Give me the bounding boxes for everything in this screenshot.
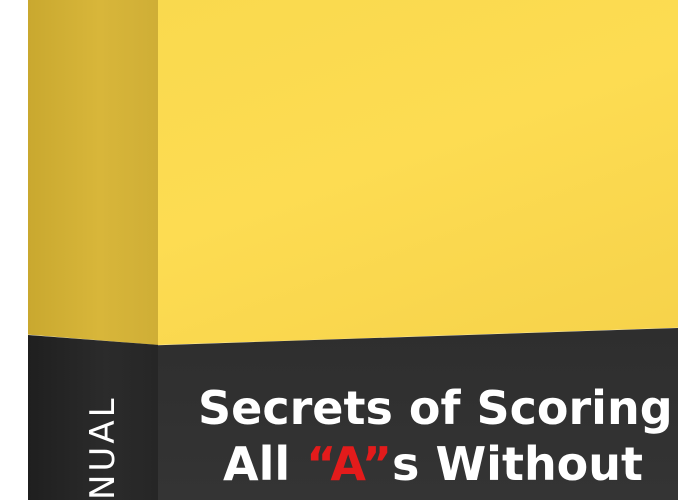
title-line-2: All “A”s Without (198, 436, 668, 492)
box-spine: NUAL (28, 0, 158, 500)
title-line-2-suffix: s Without (392, 437, 644, 491)
front-yellow-panel (158, 0, 678, 345)
title-line-2-prefix: All (222, 437, 307, 491)
spine-label: NUAL (83, 395, 123, 500)
title-line-1: Secrets of Scoring (198, 381, 673, 435)
spine-yellow-panel (28, 0, 158, 345)
box-front: Secrets of Scoring All “A”s Without (158, 0, 678, 500)
product-box-image: NUAL Secrets of Scoring All “A”s Without (0, 0, 700, 500)
box-title: Secrets of Scoring All “A”s Without (198, 380, 673, 492)
title-accent-a: “A” (306, 437, 393, 491)
